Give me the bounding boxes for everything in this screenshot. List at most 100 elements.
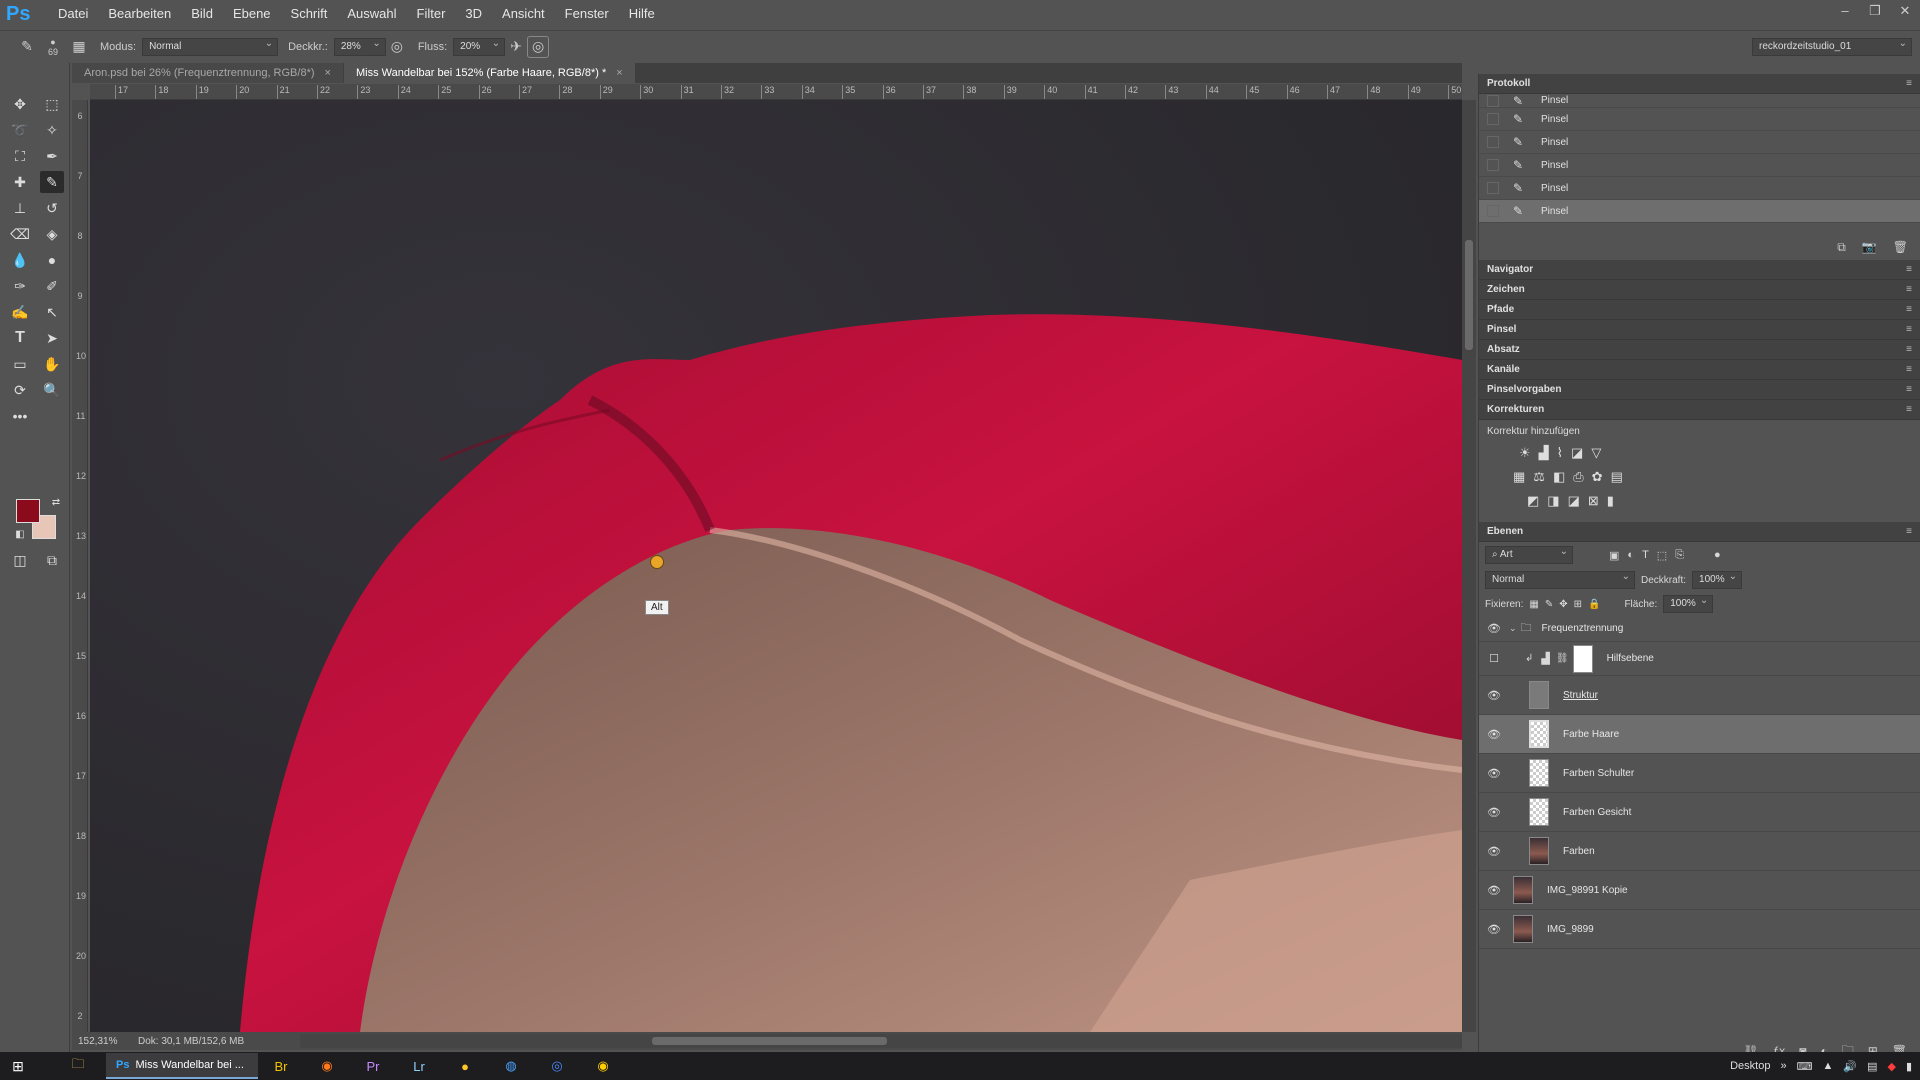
hue-saturation-icon[interactable]: ▦ [1513,469,1525,485]
gradient-map-icon[interactable]: ▮ [1607,493,1614,509]
history-checkbox[interactable] [1487,94,1499,107]
history-item[interactable]: ✎ Pinsel [1479,154,1920,177]
flaeche-input[interactable]: 100% [1663,593,1714,613]
lock-artboard-icon[interactable]: ⊞ [1574,599,1582,610]
tray-expand-icon[interactable]: » [1780,1060,1786,1072]
brush-size-picker[interactable]: ● 69 [38,36,68,58]
visibility-eye-icon[interactable]: 👁 [1479,767,1509,780]
menu-filter[interactable]: Filter [407,0,456,28]
document-canvas[interactable]: Alt [90,100,1462,1032]
layer-row-farben-gesicht[interactable]: 👁 Farben Gesicht [1479,793,1920,832]
pen-tool-icon[interactable]: ✑ [8,275,32,297]
filter-pixel-icon[interactable]: ▣ [1609,549,1619,562]
group-expand-chevron-icon[interactable]: ⌄ [1509,623,1517,634]
visibility-empty-box[interactable]: ☐ [1479,652,1509,665]
history-item-selected[interactable]: ✎ Pinsel [1479,200,1920,223]
network-icon[interactable]: ▤ [1867,1060,1877,1073]
modus-select[interactable]: Normal [142,36,279,56]
opera-icon[interactable]: ◎ [534,1058,580,1074]
history-checkbox[interactable] [1487,113,1499,125]
fluss-input[interactable]: 20% [453,36,506,56]
layer-row-img[interactable]: 👁 IMG_9899 [1479,910,1920,949]
menu-datei[interactable]: Datei [48,0,98,28]
layer-row-adjustment[interactable]: ☐ ↲ ▟ ⛓ Hilfsebene [1479,642,1920,676]
blend-mode-select[interactable]: Normal [1485,569,1635,589]
vertical-scroll-thumb[interactable] [1465,240,1473,350]
bridge-icon[interactable]: Br [258,1059,304,1074]
desktop-toolbar-label[interactable]: Desktop [1730,1060,1770,1072]
path-select-tool-icon[interactable]: ➤ [40,327,64,349]
type-tool-icon[interactable]: T [8,327,32,349]
korrekturen-panel-header[interactable]: Korrekturen ≡ [1479,400,1920,420]
close-tab-icon[interactable]: × [616,67,622,79]
layer-mask-thumbnail[interactable] [1572,644,1593,673]
visibility-eye-icon[interactable]: 👁 [1479,806,1509,819]
levels-icon[interactable]: ▟ [1539,445,1549,461]
hand-tool-icon[interactable]: ✋ [40,353,64,375]
invert-icon[interactable]: ◩ [1527,493,1539,509]
history-item[interactable]: ✎ Pinsel [1479,94,1920,108]
blur-tool-icon[interactable]: 💧 [8,249,32,271]
selective-color-icon[interactable]: ⊠ [1588,493,1599,509]
visibility-eye-icon[interactable]: 👁 [1479,845,1509,858]
visibility-eye-icon[interactable]: 👁 [1479,923,1509,936]
visibility-eye-icon[interactable]: 👁 [1479,622,1509,635]
layer-opacity-input[interactable]: 100% [1692,569,1743,589]
panel-pinselvorgaben[interactable]: Pinselvorgaben ≡ [1479,380,1920,400]
visibility-eye-icon[interactable]: 👁 [1479,884,1509,897]
pressure-opacity-icon[interactable]: ◎ [386,36,408,58]
layer-row-farben[interactable]: 👁 Farben [1479,832,1920,871]
panel-menu-icon[interactable]: ≡ [1906,300,1912,320]
menu-auswahl[interactable]: Auswahl [337,0,406,28]
clone-stamp-tool-icon[interactable]: ⊥ [8,197,32,219]
layer-row-group[interactable]: 👁 ⌄ 🗀 Frequenztrennung [1479,616,1920,642]
panel-menu-icon[interactable]: ≡ [1906,260,1912,280]
panel-absatz[interactable]: Absatz ≡ [1479,340,1920,360]
exposure-icon[interactable]: ◪ [1571,445,1583,461]
snapshot-camera-icon[interactable]: 📷 [1862,240,1877,254]
menu-ansicht[interactable]: Ansicht [492,0,555,28]
brightness-icon[interactable]: ☀ [1519,445,1531,461]
quick-mask-icon[interactable]: ◫ [8,549,32,571]
foreground-color-swatch[interactable] [16,499,40,523]
freeform-pen-tool-icon[interactable]: ✐ [40,275,64,297]
panel-zeichen[interactable]: Zeichen ≡ [1479,280,1920,300]
filter-toggle-icon[interactable]: ● [1714,549,1721,561]
chrome-icon[interactable]: ◉ [580,1058,626,1074]
menu-schrift[interactable]: Schrift [281,0,338,28]
panel-menu-icon[interactable]: ≡ [1906,360,1912,380]
sticky-notes-icon[interactable]: ● [442,1059,488,1074]
filter-type-icon[interactable]: T [1642,549,1649,561]
panel-navigator[interactable]: Navigator ≡ [1479,260,1920,280]
menu-ebene[interactable]: Ebene [223,0,281,28]
color-lookup-icon[interactable]: ▤ [1611,469,1623,485]
brush-panel-toggle-icon[interactable]: ▦ [68,36,90,58]
zoom-tool-icon[interactable]: 🔍 [40,379,64,401]
marquee-tool-icon[interactable]: ⬚ [40,93,64,115]
black-white-icon[interactable]: ◧ [1553,469,1565,485]
browser-icon[interactable]: ◍ [488,1058,534,1074]
close-icon[interactable]: ✕ [1890,0,1920,22]
color-balance-icon[interactable]: ⚖ [1533,469,1545,485]
lock-position-icon[interactable]: ✥ [1559,599,1567,610]
swap-colors-icon[interactable]: ⇄ [44,491,68,513]
pressure-size-icon[interactable]: ◎ [527,35,550,58]
panel-menu-icon[interactable]: ≡ [1906,400,1912,420]
visibility-eye-icon[interactable]: 👁 [1479,728,1509,741]
file-explorer-icon[interactable]: 🗀 [55,1055,101,1077]
curvature-pen-tool-icon[interactable]: ✍ [8,301,32,323]
panel-pinsel[interactable]: Pinsel ≡ [1479,320,1920,340]
panel-menu-icon[interactable]: ≡ [1906,320,1912,340]
windows-start-icon[interactable]: ⊞ [0,1058,36,1075]
vibrance-icon[interactable]: ▽ [1591,445,1601,461]
channel-mixer-icon[interactable]: ✿ [1592,469,1603,485]
premiere-icon[interactable]: Pr [350,1059,396,1074]
filter-adjustment-icon[interactable]: ◐ [1627,549,1634,561]
healing-brush-tool-icon[interactable]: ✚ [8,171,32,193]
history-panel-header[interactable]: Protokoll ≡ [1479,74,1920,94]
lock-all-icon[interactable]: 🔒 [1588,599,1600,610]
brush-tool-preset-icon[interactable]: ✎ [16,36,38,58]
history-item[interactable]: ✎ Pinsel [1479,177,1920,200]
vertical-scrollbar[interactable] [1462,100,1476,1032]
photo-filter-icon[interactable]: ⎙ [1573,469,1583,485]
